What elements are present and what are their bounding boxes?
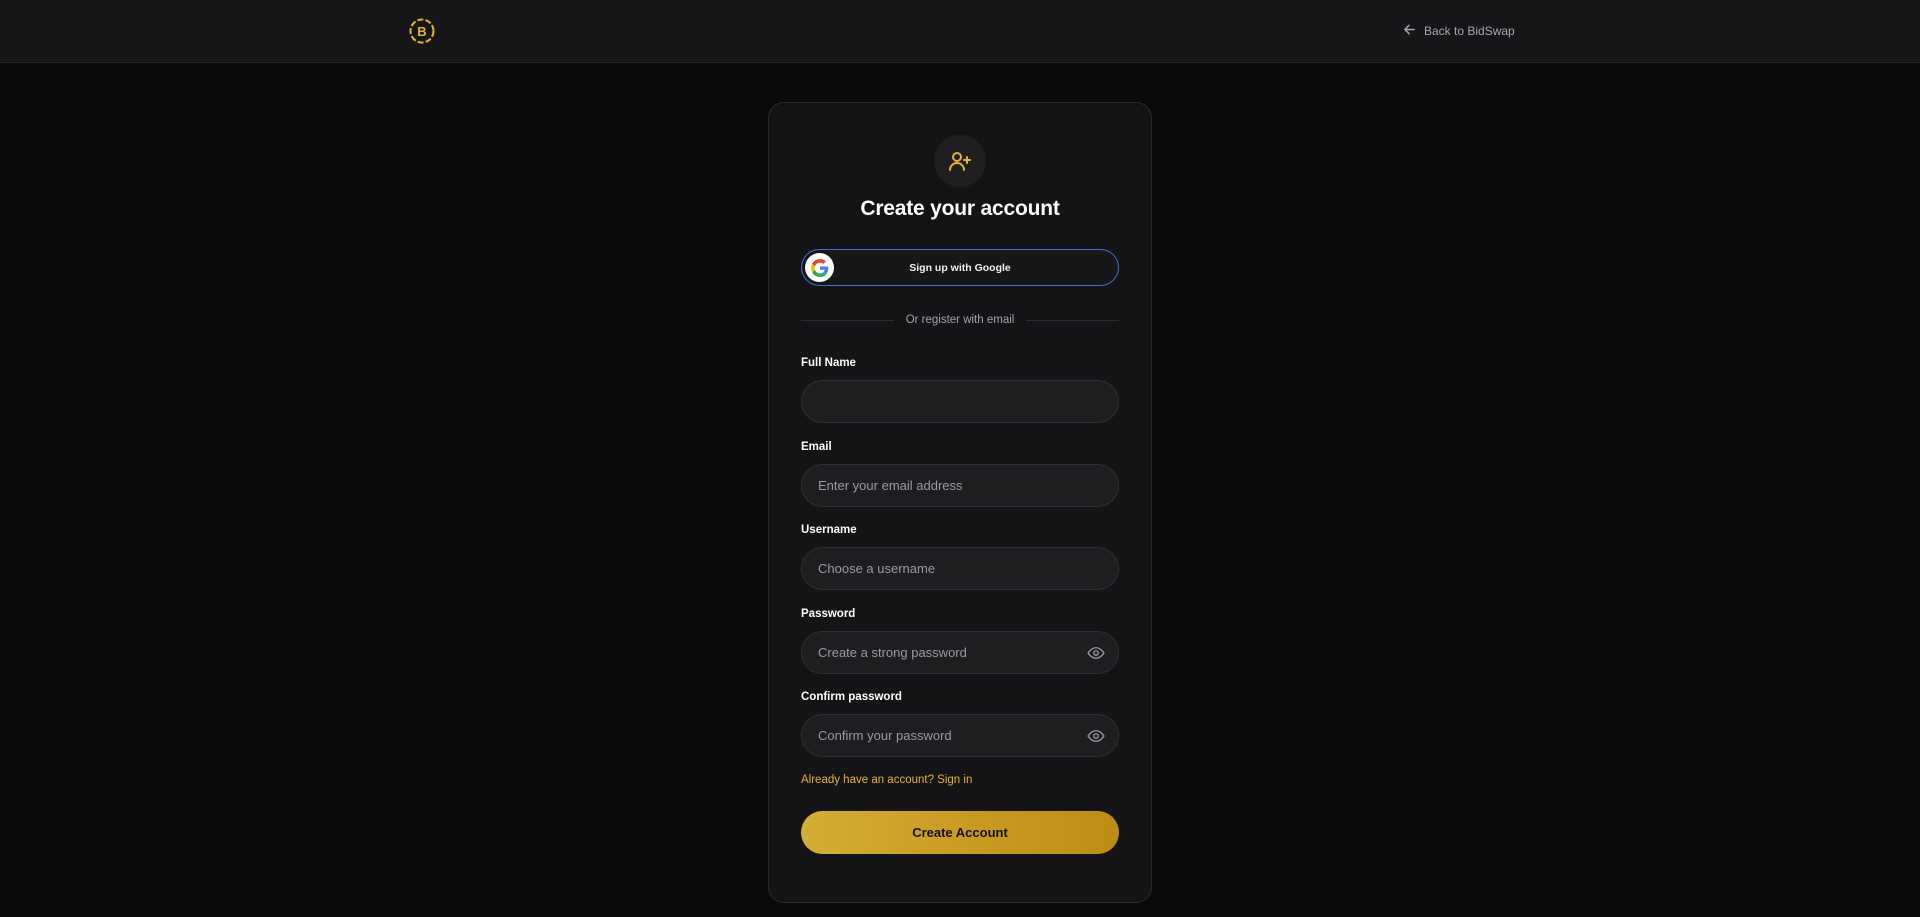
page-title: Create your account (860, 197, 1060, 220)
google-button-label: Sign up with Google (909, 261, 1011, 274)
full-name-field[interactable] (801, 380, 1119, 423)
svg-text:B: B (417, 24, 426, 39)
email-input[interactable] (818, 465, 1102, 506)
eye-icon[interactable] (1086, 643, 1106, 663)
username-label: Username (801, 524, 857, 536)
confirm-password-label: Confirm password (801, 691, 902, 703)
or-divider: Or register with email (801, 313, 1120, 327)
back-link-label: Back to BidSwap (1424, 24, 1515, 38)
user-plus-icon (934, 135, 986, 187)
divider-line-right (1026, 319, 1120, 321)
arrow-left-icon (1403, 23, 1416, 39)
password-label: Password (801, 608, 856, 620)
google-signup-button[interactable]: Sign up with Google (801, 249, 1119, 286)
signup-card: Create your account Sign up with Google … (768, 102, 1152, 903)
full-name-label: Full Name (801, 357, 856, 369)
eye-icon[interactable] (1086, 726, 1106, 746)
username-input[interactable] (818, 548, 1102, 589)
divider-line-left (801, 319, 894, 321)
divider-text: Or register with email (905, 314, 1015, 326)
username-field[interactable] (801, 547, 1119, 590)
confirm-password-input[interactable] (818, 715, 1086, 756)
signin-link[interactable]: Already have an account? Sign in (801, 774, 972, 786)
back-to-bidswap-link[interactable]: Back to BidSwap (1403, 22, 1515, 40)
password-input[interactable] (818, 632, 1086, 673)
full-name-input[interactable] (818, 381, 1102, 422)
top-navbar: B Back to BidSwap (0, 0, 1920, 63)
confirm-password-field[interactable] (801, 714, 1119, 757)
google-logo-icon (805, 253, 834, 282)
create-account-button[interactable]: Create Account (801, 811, 1119, 854)
bidswap-logo-icon[interactable]: B (409, 18, 435, 44)
email-label: Email (801, 441, 832, 453)
email-field[interactable] (801, 464, 1119, 507)
password-field[interactable] (801, 631, 1119, 674)
